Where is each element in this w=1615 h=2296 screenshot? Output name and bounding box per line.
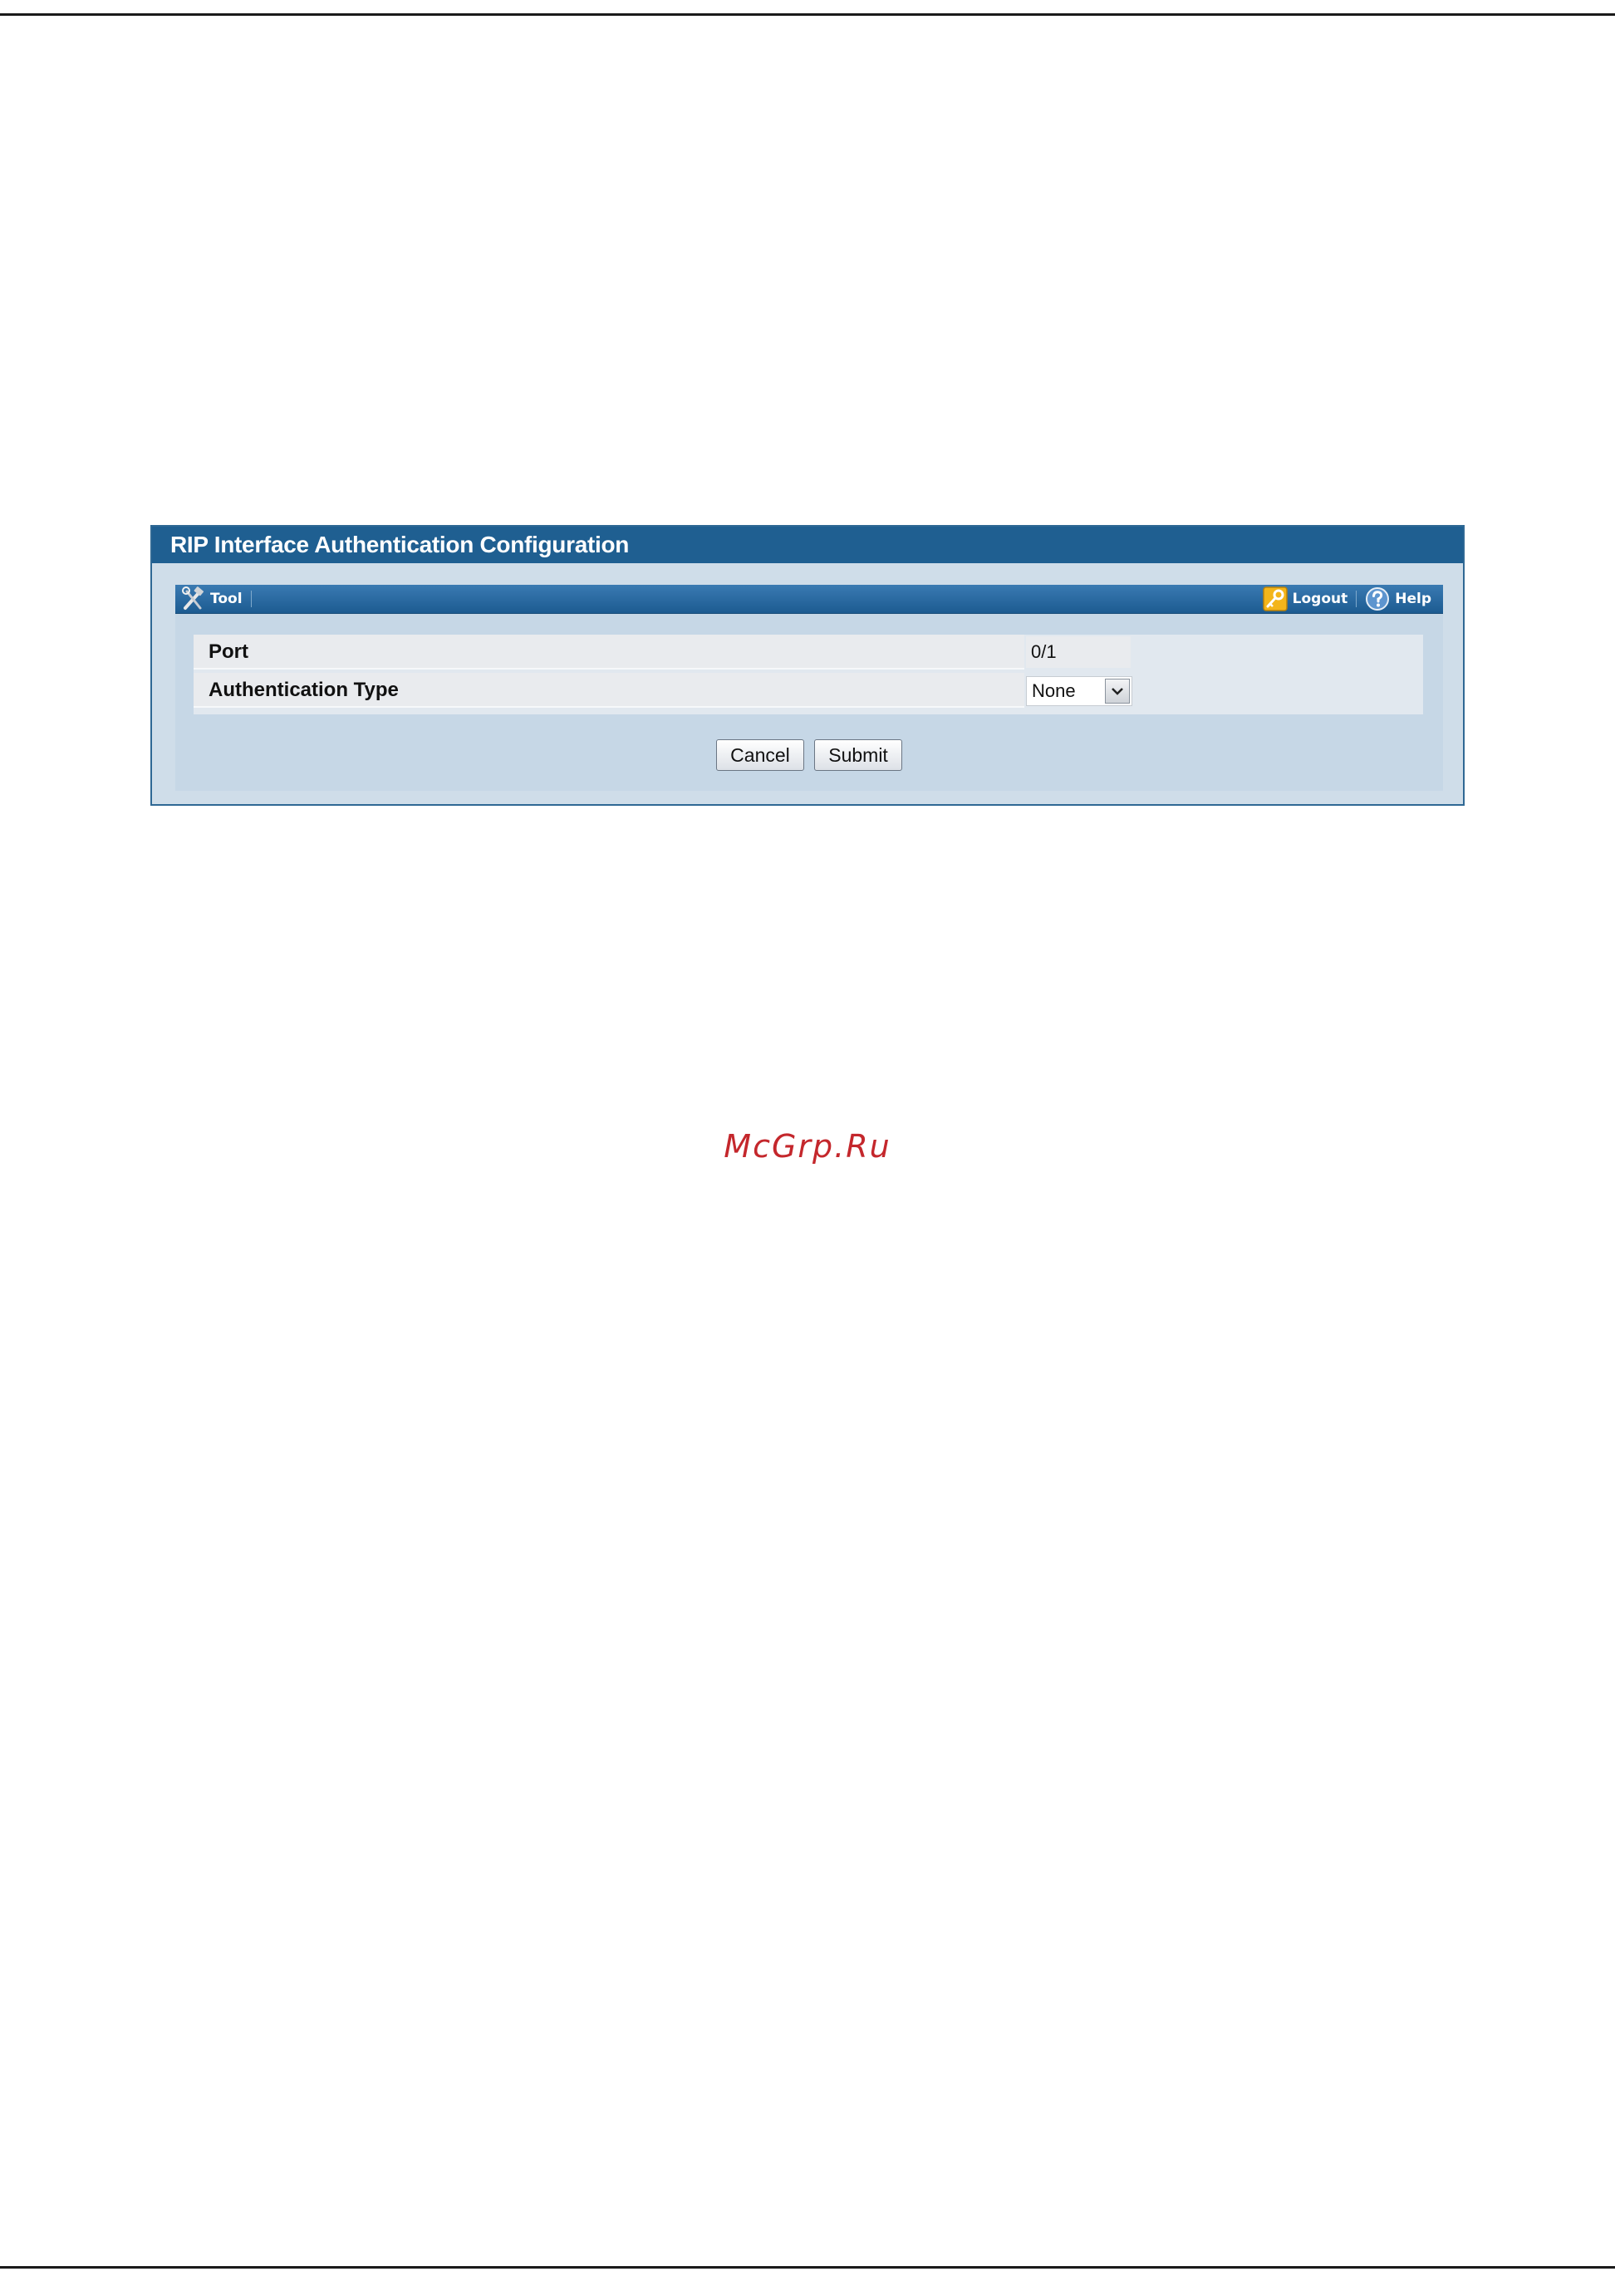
toolbar-divider xyxy=(250,591,252,607)
help-label: Help xyxy=(1395,591,1431,607)
auth-type-row: Authentication Type None xyxy=(194,673,1423,708)
logout-label: Logout xyxy=(1292,591,1348,607)
submit-button[interactable]: Submit xyxy=(814,739,902,771)
port-label: Port xyxy=(194,635,1024,670)
form-table: Port 0/1 Authentication Type None xyxy=(194,635,1423,714)
top-rule xyxy=(0,13,1615,16)
auth-type-select[interactable]: None xyxy=(1026,676,1132,706)
auth-type-selected: None xyxy=(1032,680,1076,701)
page-title: RIP Interface Authentication Configurati… xyxy=(152,527,1463,563)
button-bar: Cancel Submit xyxy=(175,739,1443,771)
port-value: 0/1 xyxy=(1026,636,1131,668)
help-button[interactable]: Help xyxy=(1365,585,1431,613)
config-panel: RIP Interface Authentication Configurati… xyxy=(150,525,1465,806)
toolbar-divider xyxy=(1356,591,1357,607)
tool-menu-button[interactable]: Tool xyxy=(180,585,243,613)
tools-icon xyxy=(180,586,205,611)
help-icon xyxy=(1365,586,1390,611)
port-row: Port 0/1 xyxy=(194,635,1423,670)
cancel-button[interactable]: Cancel xyxy=(716,739,804,771)
logout-button[interactable]: Logout xyxy=(1262,585,1348,613)
toolbar: Tool Logout Help xyxy=(175,585,1443,614)
chevron-down-icon[interactable] xyxy=(1105,679,1130,704)
auth-type-label: Authentication Type xyxy=(194,673,1024,708)
bottom-rule xyxy=(0,2266,1615,2269)
watermark: McGrp.Ru xyxy=(724,1128,891,1165)
tool-label: Tool xyxy=(210,591,243,607)
key-icon xyxy=(1262,586,1288,611)
panel-content: Tool Logout Help Port 0/1 Authentication… xyxy=(175,585,1443,791)
